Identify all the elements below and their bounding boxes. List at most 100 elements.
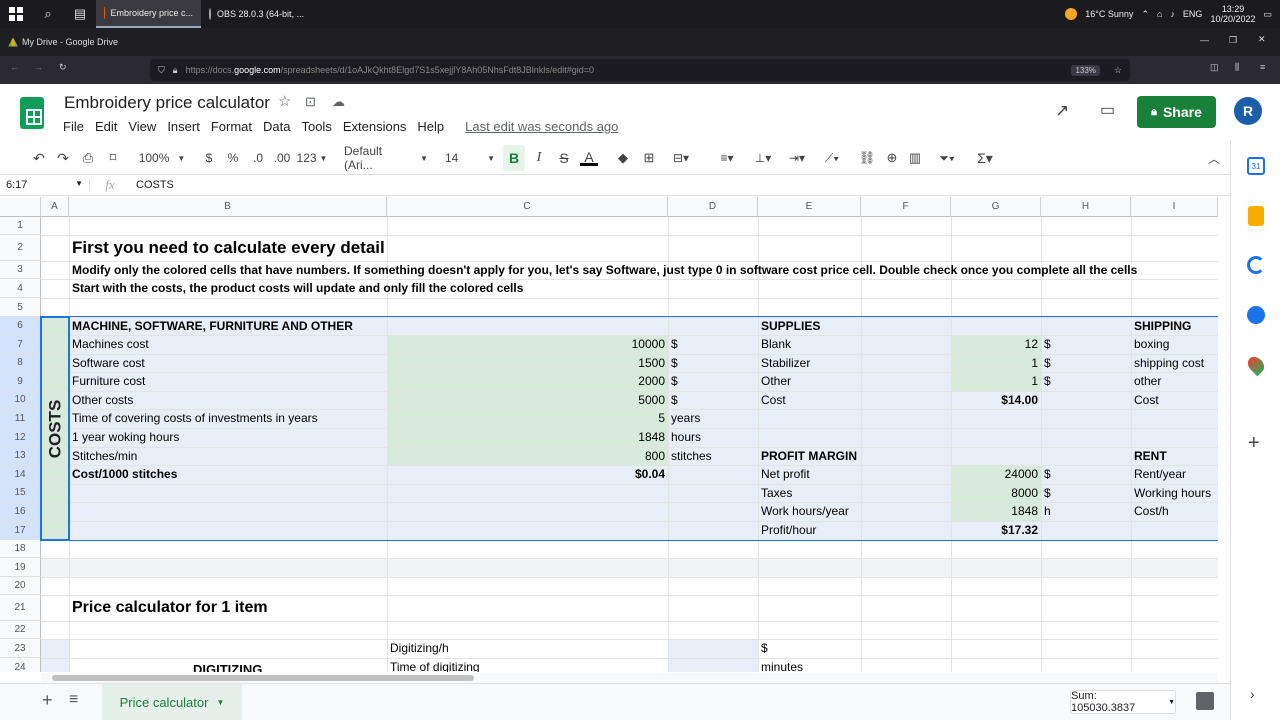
column-header-i[interactable]: I xyxy=(1131,197,1218,217)
share-button[interactable]: 🔒︎ Share xyxy=(1137,96,1216,128)
menu-data[interactable]: Data xyxy=(263,119,290,134)
machine-row-label[interactable]: Time of covering costs of investments in… xyxy=(69,409,321,427)
profit-row-value[interactable]: $17.32 xyxy=(951,521,1041,539)
clock[interactable]: 13:29 10/20/2022 xyxy=(1210,4,1255,24)
column-header-f[interactable]: F xyxy=(861,197,951,217)
percent-format-button[interactable]: % xyxy=(225,145,241,171)
insert-chart-icon[interactable]: ▥ xyxy=(906,145,924,171)
shield-icon[interactable]: ⛉ xyxy=(158,65,165,76)
sum-indicator[interactable]: Sum: 105030.3837 ▼ xyxy=(1070,690,1176,714)
column-header-c[interactable]: C xyxy=(387,197,668,217)
menu-file[interactable]: File xyxy=(63,119,84,134)
row-header[interactable]: 2 xyxy=(0,235,41,261)
row-header[interactable]: 23 xyxy=(0,639,41,658)
row-header[interactable]: 12 xyxy=(0,428,41,447)
redo-icon[interactable]: ↷ xyxy=(54,145,72,171)
machine-row-value[interactable]: 1848 xyxy=(387,428,668,446)
column-header-h[interactable]: H xyxy=(1041,197,1131,217)
menu-icon[interactable]: ≡ xyxy=(1260,62,1265,72)
avatar[interactable]: R xyxy=(1234,97,1262,125)
text-color-button[interactable]: A xyxy=(579,145,599,171)
shipping-row-label[interactable]: boxing xyxy=(1131,335,1172,353)
profit-row-label[interactable]: Net profit xyxy=(758,465,813,483)
digitizing-time-label[interactable]: Time of digitizing xyxy=(387,658,483,672)
comments-icon[interactable]: ▭ xyxy=(1100,100,1115,120)
machine-row-label[interactable]: Other costs xyxy=(69,391,136,409)
machine-row-unit[interactable]: stitches xyxy=(668,447,715,465)
row-header[interactable]: 4 xyxy=(0,279,41,298)
explore-icon[interactable] xyxy=(1196,692,1214,710)
merge-cells-icon[interactable]: ⊟▾ xyxy=(666,145,696,171)
last-edit-link[interactable]: Last edit was seconds ago xyxy=(465,119,618,134)
close-icon[interactable]: ✕ xyxy=(1258,34,1266,45)
machine-row-value[interactable]: 5000 xyxy=(387,391,668,409)
supplies-header[interactable]: SUPPLIES xyxy=(758,317,823,335)
text-rotate-icon[interactable]: ⟋▾ xyxy=(817,145,847,171)
rent-row-label[interactable]: Rent/year xyxy=(1131,465,1189,483)
supplies-row-value[interactable]: 1 xyxy=(951,372,1041,390)
row-header[interactable]: 17 xyxy=(0,521,41,540)
digitizing-time-unit[interactable]: minutes xyxy=(758,658,806,672)
supplies-row-label[interactable]: Other xyxy=(758,372,794,390)
maximize-icon[interactable]: ❐ xyxy=(1229,35,1237,46)
reload-icon[interactable]: ↻ xyxy=(59,62,67,73)
menu-tools[interactable]: Tools xyxy=(301,119,331,134)
weather-text[interactable]: 16°C Sunny xyxy=(1085,9,1133,19)
paint-format-icon[interactable]: ⌑ xyxy=(104,145,122,171)
shipping-row-label[interactable]: other xyxy=(1131,372,1164,390)
machine-row-label[interactable]: Software cost xyxy=(69,354,148,372)
shipping-header[interactable]: SHIPPING xyxy=(1131,317,1194,335)
shipping-row-label[interactable]: Cost xyxy=(1131,391,1162,409)
profit-row-label[interactable]: Taxes xyxy=(758,484,795,502)
insert-comment-icon[interactable]: ⊕ xyxy=(883,145,901,171)
row-header[interactable]: 22 xyxy=(0,621,41,639)
sheet-tab-price-calculator[interactable]: Price calculator ▼ xyxy=(102,684,242,720)
menu-insert[interactable]: Insert xyxy=(167,119,200,134)
row-header[interactable]: 16 xyxy=(0,502,41,521)
machine-row-label[interactable]: Stitches/min xyxy=(69,447,140,465)
functions-icon[interactable]: Σ▾ xyxy=(970,145,1000,171)
align-vertical-icon[interactable]: ⊥▾ xyxy=(748,145,778,171)
borders-icon[interactable]: ⊞ xyxy=(640,145,658,171)
machine-row-unit[interactable]: $ xyxy=(668,335,681,353)
row-header[interactable]: 13 xyxy=(0,447,41,465)
search-icon[interactable]: ⌕ xyxy=(32,0,64,28)
font-select[interactable]: Default (Ari... ▼ xyxy=(344,144,428,172)
increase-decimal-button[interactable]: .00 xyxy=(272,145,292,171)
print-icon[interactable]: ⎙ xyxy=(79,145,97,171)
number-format-select[interactable]: 123 ▼ xyxy=(296,145,328,171)
profit-header[interactable]: PROFIT MARGIN xyxy=(758,447,860,465)
strikethrough-button[interactable]: S xyxy=(555,145,573,171)
back-icon[interactable]: ← xyxy=(10,62,19,72)
profit-row-unit[interactable]: $ xyxy=(1041,465,1054,483)
column-header-e[interactable]: E xyxy=(758,197,861,217)
profit-row-unit[interactable]: $ xyxy=(1041,484,1054,502)
zoom-badge[interactable]: 133% xyxy=(1071,64,1100,76)
star-icon[interactable]: ☆ xyxy=(278,92,291,110)
supplies-row-unit[interactable] xyxy=(1041,391,1047,409)
sheets-logo-icon[interactable] xyxy=(20,97,44,129)
profit-row-value[interactable]: 8000 xyxy=(951,484,1041,502)
machine-row-unit[interactable]: $ xyxy=(668,372,681,390)
profit-row-unit[interactable] xyxy=(1041,521,1047,539)
profit-row-value[interactable]: 24000 xyxy=(951,465,1041,483)
network-icon[interactable]: ⌂ xyxy=(1157,9,1162,19)
machine-row-label[interactable]: Furniture cost xyxy=(69,372,148,390)
menu-edit[interactable]: Edit xyxy=(95,119,117,134)
row-header[interactable]: 7 xyxy=(0,335,41,354)
all-sheets-icon[interactable]: ≡ xyxy=(69,691,78,709)
doc-title[interactable]: Embroidery price calculator xyxy=(64,93,270,113)
supplies-row-label[interactable]: Stabilizer xyxy=(758,354,813,372)
filter-icon[interactable]: ⏷▾ xyxy=(932,145,962,171)
profit-row-value[interactable]: 1848 xyxy=(951,502,1041,520)
profit-row-label[interactable]: Work hours/year xyxy=(758,502,852,520)
windows-start-icon[interactable] xyxy=(0,0,32,28)
sheet-heading[interactable]: First you need to calculate every detail xyxy=(69,239,388,257)
tasks-icon[interactable] xyxy=(1247,256,1265,274)
align-horizontal-icon[interactable]: ≡▾ xyxy=(712,145,742,171)
bookmark-star-icon[interactable]: ☆ xyxy=(1114,65,1122,76)
column-header-b[interactable]: B xyxy=(69,197,387,217)
horizontal-scrollbar[interactable] xyxy=(52,675,474,681)
taskbar-app-obs[interactable]: OBS 28.0.3 (64-bit, ... xyxy=(201,0,306,28)
forward-icon[interactable]: → xyxy=(34,62,43,72)
